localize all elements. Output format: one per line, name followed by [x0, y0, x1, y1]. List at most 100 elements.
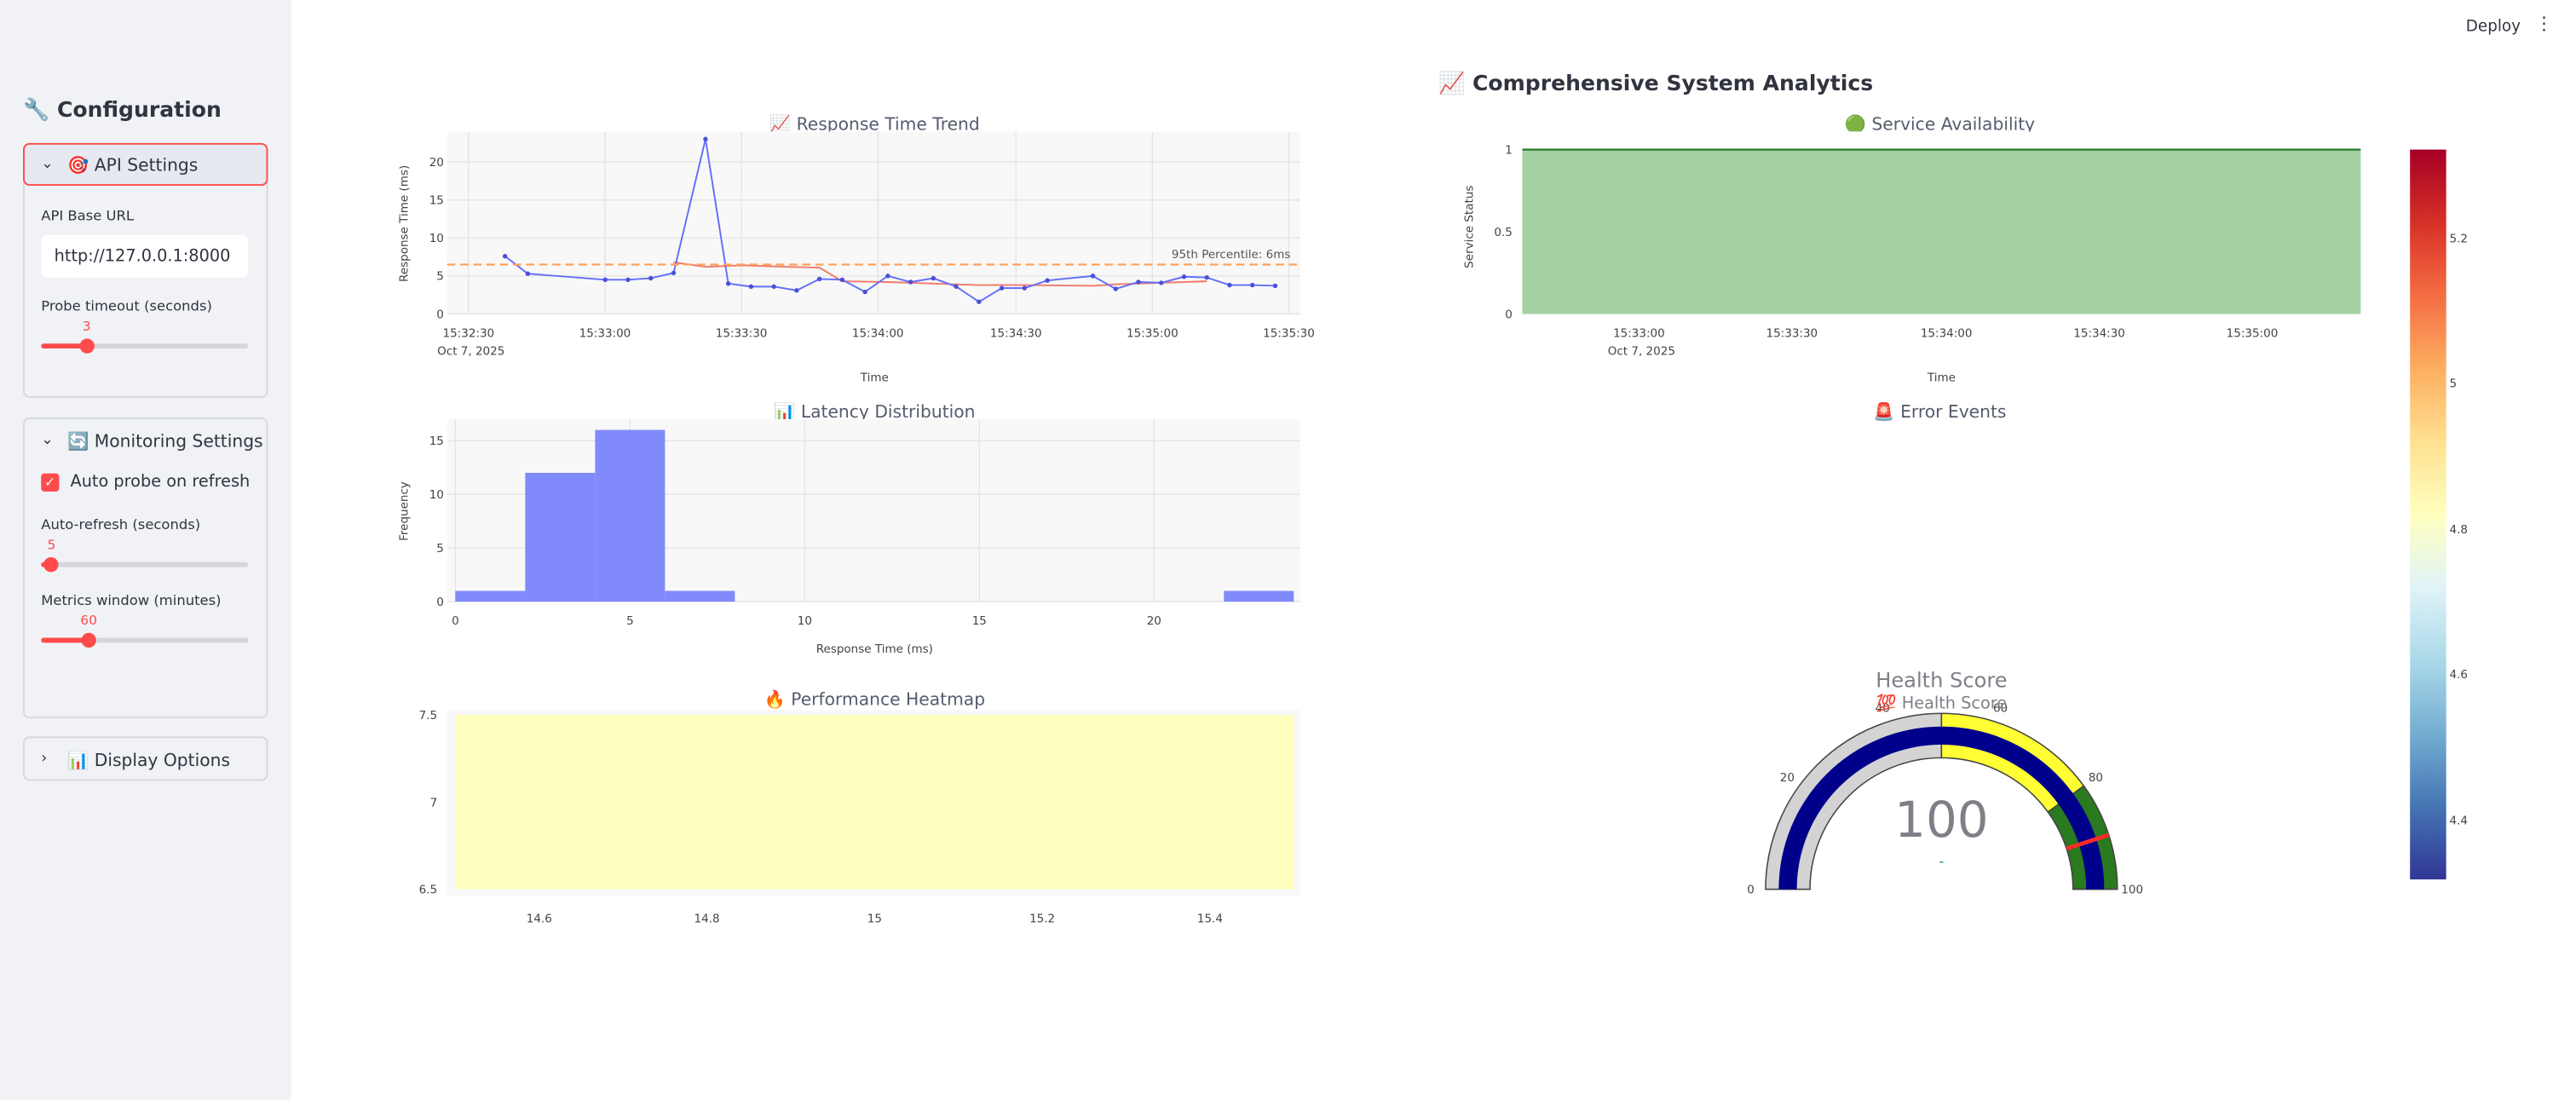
response-time-point — [502, 253, 508, 259]
colorbar-tick-label: 5.2 — [2450, 233, 2468, 246]
response-time-point — [931, 275, 936, 281]
response-time-point — [977, 299, 982, 304]
x-tick-label: 15:34:00 — [852, 326, 904, 340]
y-tick-label: 0.5 — [1494, 226, 1512, 239]
y-tick-label: 1 — [1505, 143, 1513, 157]
colorbar-tick-label: 4.4 — [2450, 814, 2468, 827]
date-label: Oct 7, 2025 — [437, 345, 504, 359]
x-tick-label: 15:35:30 — [1263, 326, 1315, 340]
y-axis-title: Service Status — [1463, 186, 1477, 268]
x-axis-title: Response Time (ms) — [816, 642, 933, 656]
response-time-point — [862, 289, 867, 295]
colorbar-tick-label: 4.6 — [2450, 668, 2468, 682]
response-time-point — [1250, 282, 1255, 288]
y-tick-label: 5 — [436, 270, 444, 284]
response-time-point — [908, 279, 913, 285]
page-title: 📈 Comprehensive System Analytics — [1438, 72, 1874, 97]
y-tick-label: 0 — [1505, 308, 1513, 321]
response-time-line — [504, 139, 1276, 303]
availability-plot-area — [1512, 131, 2368, 321]
error-events-title: 🚨 Error Events — [1873, 402, 2007, 423]
gauge-tick-label: 40 — [1876, 702, 1890, 716]
y-tick-label: 10 — [429, 488, 444, 502]
y-axis-title: Frequency — [397, 481, 411, 541]
monitoring-settings-header[interactable]: ⌄ 🔄 Monitoring Settings — [25, 419, 267, 462]
auto-probe-checkbox[interactable]: ✓ Auto probe on refresh — [41, 473, 251, 492]
y-tick-label: 20 — [429, 156, 444, 170]
response-time-point — [1113, 286, 1118, 291]
availability-title: 🟢 Service Availability — [1844, 115, 2036, 135]
chevron-down-icon: ⌄ — [41, 432, 54, 449]
availability-area — [1522, 149, 2361, 314]
heatmap-title: 🔥 Performance Heatmap — [764, 690, 986, 711]
response-time-point — [1159, 280, 1164, 285]
y-tick-label: 6.5 — [419, 884, 437, 897]
x-tick-label: 15:34:00 — [1921, 326, 1973, 340]
histogram-bar — [455, 590, 526, 602]
sidebar-title: 🔧 Configuration — [23, 98, 222, 124]
response-time-point — [885, 274, 890, 279]
y-tick-label: 5 — [436, 542, 444, 556]
chevron-right-icon: › — [41, 751, 48, 768]
probe-timeout-slider[interactable]: 3 — [41, 319, 249, 358]
monitoring-settings-label: 🔄 Monitoring Settings — [67, 431, 263, 452]
x-tick-label: 15.2 — [1029, 912, 1055, 925]
auto-refresh-slider[interactable]: 5 — [41, 538, 249, 577]
latency-plot-area — [447, 418, 1300, 602]
colorbar — [2410, 149, 2446, 880]
slider-track — [41, 637, 249, 643]
histogram-bar — [525, 472, 596, 602]
gauge-tick-label: 80 — [2089, 771, 2103, 785]
heatmap-plot-area — [447, 710, 1300, 896]
response-plot-area — [447, 131, 1300, 314]
display-options-header[interactable]: › 📊 Display Options — [25, 738, 267, 780]
slider-thumb[interactable] — [81, 632, 96, 648]
response-time-point — [1272, 283, 1278, 289]
response-time-point — [1136, 279, 1141, 285]
probe-timeout-value: 3 — [82, 319, 91, 334]
charts-canvas: 15:32:30 15:33:00 15:33:30 15:34:00 15:34:30… — [397, 131, 2468, 925]
y-tick-label: 10 — [429, 232, 444, 245]
gauge-band — [1940, 712, 2085, 814]
x-tick-label: 15:33:00 — [579, 326, 631, 340]
histogram-bar — [1224, 590, 1294, 602]
y-tick-label: 15 — [429, 435, 444, 448]
gauge-tick-label: 60 — [1993, 702, 2008, 716]
histogram-bar — [595, 429, 666, 602]
moving-average-line — [673, 261, 1207, 287]
display-options-label: 📊 Display Options — [67, 750, 231, 770]
x-tick-label: 15:33:30 — [716, 326, 768, 340]
base-url-input[interactable] — [41, 234, 249, 279]
slider-thumb[interactable] — [79, 338, 95, 354]
x-tick-label: 15:34:30 — [2073, 326, 2125, 340]
response-time-point — [703, 136, 708, 141]
y-axis-title: Response Time (ms) — [397, 165, 411, 282]
response-time-point — [1045, 278, 1050, 283]
response-time-point — [1090, 274, 1096, 279]
monitoring-settings-expander: ⌄ 🔄 Monitoring Settings ✓ Auto probe on … — [23, 418, 268, 719]
gauge-title: Health Score — [1876, 668, 2007, 692]
api-settings-header[interactable]: ⌄ 🎯 API Settings — [23, 142, 268, 186]
latency-title: 📊 Latency Distribution — [774, 402, 976, 423]
kebab-icon[interactable]: ⋮ — [2535, 14, 2553, 32]
response-time-point — [1227, 282, 1232, 288]
colorbar-tick-label: 5 — [2450, 377, 2458, 390]
slider-track — [41, 343, 249, 348]
x-tick-label: 14.6 — [527, 912, 552, 925]
deploy-button[interactable]: Deploy — [2466, 18, 2521, 36]
response-time-point — [999, 285, 1005, 291]
api-settings-label: 🎯 API Settings — [67, 155, 199, 176]
response-time-point — [839, 277, 845, 283]
slider-track — [41, 562, 249, 567]
metrics-window-slider[interactable]: 60 — [41, 613, 249, 653]
date-label: Oct 7, 2025 — [1608, 345, 1675, 359]
x-tick-label: 15:35:00 — [1127, 326, 1179, 340]
y-tick-label: 15 — [429, 193, 444, 207]
response-time-point — [725, 281, 731, 286]
percentile-label: 95th Percentile: 6ms — [1172, 248, 1291, 262]
slider-thumb[interactable] — [43, 556, 60, 573]
response-time-point — [625, 277, 631, 283]
auto-probe-label: Auto probe on refresh — [70, 473, 251, 492]
auto-refresh-label: Auto-refresh (seconds) — [41, 517, 201, 534]
x-tick-label: 5 — [626, 614, 634, 628]
